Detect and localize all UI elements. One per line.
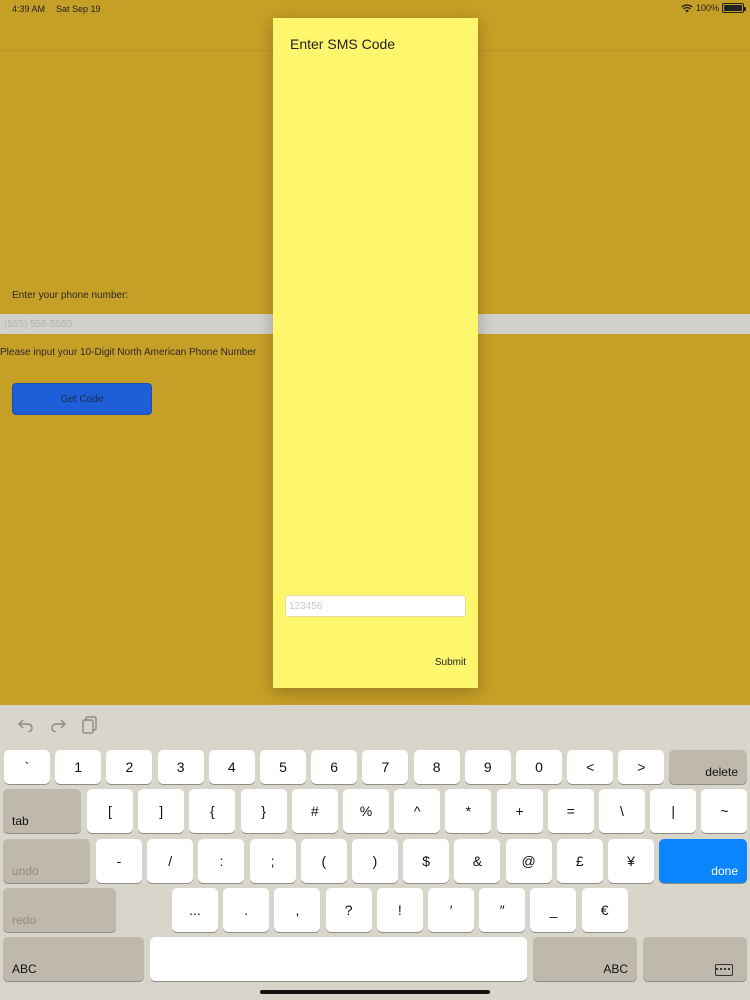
sms-code-input[interactable] [285,595,466,617]
battery-icon [722,3,746,13]
key-r4-6[interactable]: ″ [479,888,526,932]
key-r3-4[interactable]: ( [300,839,347,883]
key-r4-7[interactable]: _ [530,888,577,932]
space-key[interactable] [150,937,527,981]
key-5[interactable]: 5 [260,750,306,784]
key-11[interactable]: < [567,750,614,784]
key-r2-12[interactable]: ~ [701,789,748,833]
key-r2-5[interactable]: % [343,789,389,833]
key-r3-5[interactable]: ) [352,839,398,883]
delete-key[interactable]: delete [669,750,747,784]
keyboard-dismiss-icon [715,964,733,976]
key-r2-0[interactable]: [ [87,789,133,833]
key-6[interactable]: 6 [311,750,358,784]
status-indicators: 100% [681,3,746,13]
tab-key-label: tab [12,814,29,828]
key-r2-1[interactable]: ] [138,789,185,833]
battery-percent: 100% [695,3,719,13]
sms-code-dialog: Enter SMS Code Submit [273,18,478,688]
key-r2-9[interactable]: = [547,789,594,833]
key-r4-2[interactable]: , [274,888,321,932]
key-3[interactable]: 3 [157,750,204,784]
key-2[interactable]: 2 [106,750,153,784]
abc-left-key[interactable]: ABC [3,937,144,981]
key-r3-10[interactable]: ¥ [608,839,654,883]
keyboard: ` 1 2 3 4 5 6 7 8 9 0 < > delete tab []{} #% ^ * + = \ | ~ undo -… [0,705,750,1000]
key-r3-1[interactable]: / [147,839,194,883]
key-4[interactable]: 4 [208,750,255,784]
key-8[interactable]: 8 [413,750,460,784]
key-r4-1[interactable]: . [223,888,270,932]
home-indicator [260,990,490,994]
phone-label: Enter your phone number: [12,290,129,301]
key-r4-3[interactable]: ? [325,888,372,932]
wifi-icon [681,4,693,13]
status-bar: 4:39 AM Sat Sep 19 100% [0,0,750,20]
key-r3-3[interactable]: ; [249,839,296,883]
key-r3-0[interactable]: - [96,839,142,883]
key-10[interactable]: 0 [516,750,562,784]
key-r3-8[interactable]: @ [505,839,552,883]
key-r3-9[interactable]: £ [556,839,603,883]
status-date: Sat Sep 19 [56,4,101,14]
done-key-label: done [711,864,738,878]
phone-hint: Please input your 10-Digit North America… [0,347,257,358]
delete-key-label: delete [705,765,738,779]
key-r2-4[interactable]: # [291,789,338,833]
keyboard-dismiss-key[interactable] [643,937,747,981]
key-r2-7[interactable]: * [445,789,492,833]
key-r3-6[interactable]: $ [403,839,450,883]
key-r4-4[interactable]: ! [376,888,423,932]
get-code-button[interactable]: Get Code [12,383,152,415]
redo-key[interactable]: redo [3,888,116,932]
key-r4-5[interactable]: ′ [428,888,474,932]
key-r3-7[interactable]: & [454,839,501,883]
redo-icon[interactable] [48,715,68,735]
abc-right-key-label: ABC [603,962,628,976]
key-r3-2[interactable]: : [198,839,245,883]
undo-key-label: undo [12,864,39,878]
key-r2-8[interactable]: + [496,789,543,833]
keyboard-toolbar [0,705,750,747]
undo-key[interactable]: undo [3,839,90,883]
key-7[interactable]: 7 [362,750,409,784]
key-12[interactable]: > [618,750,665,784]
done-key[interactable]: done [659,839,747,883]
undo-icon[interactable] [16,715,36,735]
key-9[interactable]: 9 [464,750,511,784]
key-1[interactable]: 1 [55,750,102,784]
submit-button[interactable]: Submit [435,657,466,668]
key-r2-3[interactable]: } [240,789,287,833]
tab-key[interactable]: tab [3,789,81,833]
paste-icon[interactable] [80,715,100,735]
key-r4-0[interactable]: ... [172,888,218,932]
key-r2-2[interactable]: { [189,789,236,833]
abc-left-key-label: ABC [12,962,37,976]
abc-right-key[interactable]: ABC [533,937,637,981]
key-r2-6[interactable]: ^ [394,789,441,833]
status-time: 4:39 AM [12,4,46,14]
key-0[interactable]: ` [4,750,50,784]
redo-key-label: redo [12,913,37,927]
key-r2-10[interactable]: \ [599,789,645,833]
key-r2-11[interactable]: | [650,789,697,833]
dialog-title: Enter SMS Code [290,36,396,52]
key-r4-8[interactable]: € [581,888,628,932]
